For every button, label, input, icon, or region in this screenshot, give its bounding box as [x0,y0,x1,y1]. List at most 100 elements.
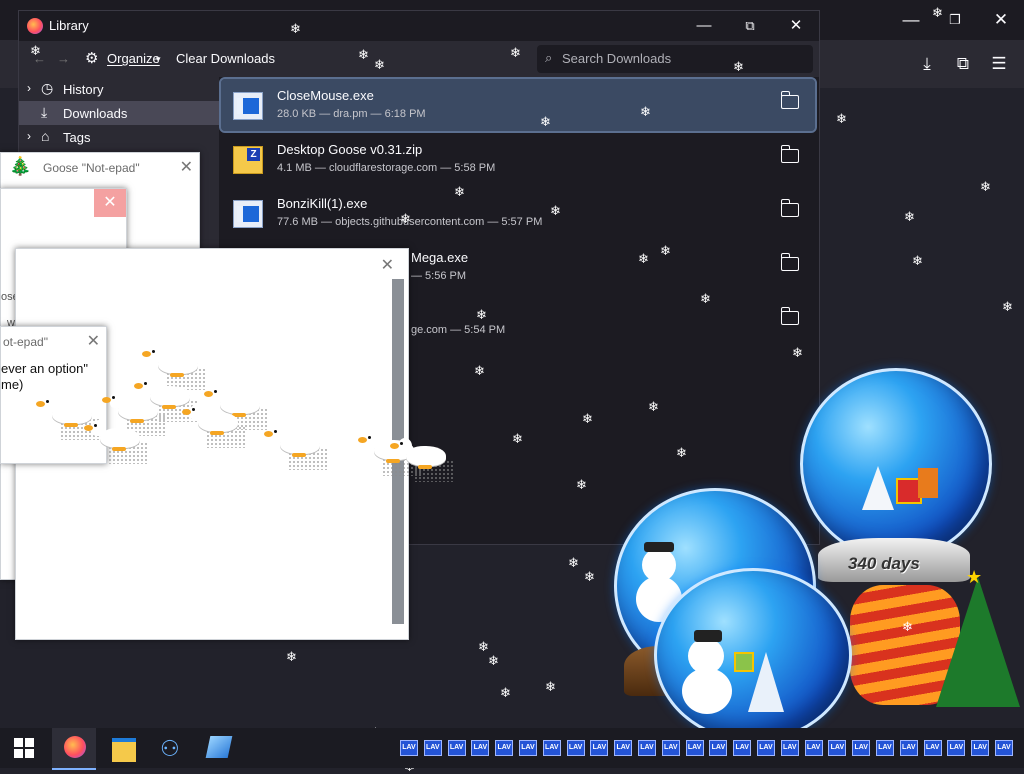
notepad-title: Goose "Not-epad" [43,161,140,175]
zip-file-icon [233,146,263,174]
goose-icon[interactable] [142,346,198,377]
snowy-tree-icon [748,652,784,712]
exe-file-icon [233,92,263,120]
lav-tray-icon[interactable]: LAV [852,740,871,756]
clear-downloads-button[interactable]: Clear Downloads [176,51,275,66]
goose-icon[interactable] [36,396,92,427]
open-folder-icon[interactable] [780,145,799,163]
lav-tray-icon[interactable]: LAV [447,740,466,756]
snowflake-icon: ❄ [476,307,487,322]
lav-tray-icon[interactable]: LAV [971,740,990,756]
lav-tray-icon[interactable]: LAV [661,740,680,756]
lav-tray-icon[interactable]: LAV [423,740,442,756]
goose-icon[interactable] [84,420,140,451]
lav-tray-icon[interactable]: LAV [804,740,823,756]
taskbar: ⚇ LAV LAV LAV LAV LAV LAV LAV LAV LAV LAV LAV LAV LA… [0,728,1024,770]
snowflake-icon: ❄ [540,114,551,129]
open-folder-icon[interactable] [780,199,799,217]
lav-tray-icon[interactable]: LAV [899,740,918,756]
exe-file-icon [233,200,263,228]
lav-tray-icon[interactable]: LAV [923,740,942,756]
notepad-tree-icon: 🎄 [9,156,32,176]
lav-tray-icon[interactable]: LAV [638,740,656,756]
snowflake-icon: ❄ [912,253,923,268]
snowflake-icon: ❄ [904,209,915,224]
open-folder-icon[interactable] [780,307,799,325]
chevron-right-icon: › [27,129,31,143]
chevron-down-icon: ▾ [156,54,161,64]
snowflake-icon: ❄ [733,59,744,74]
close-icon[interactable]: ✕ [381,255,394,275]
tag-icon: ⌂ [41,128,50,144]
downloads-icon[interactable]: ⤓ [912,49,942,79]
snowflake-icon: ❄ [638,251,649,266]
menu-icon[interactable]: ☰ [984,49,1014,79]
restore-icon[interactable]: ❐ [940,5,970,35]
firefox-icon [64,736,86,758]
close-button[interactable]: ✕ [773,11,819,41]
snowflake-icon: ❄ [660,243,671,258]
snowflake-icon: ❄ [932,5,943,20]
open-folder-icon[interactable] [780,91,799,109]
app-icon[interactable] [205,736,233,758]
lav-tray-icon[interactable]: LAV [876,740,894,756]
gear-icon[interactable]: ⚙ [85,49,98,67]
library-title: Library [49,18,89,33]
lav-tray-icon[interactable]: LAV [590,740,609,756]
lav-tray-icon[interactable]: LAV [709,740,728,756]
snow-globe-widget[interactable]: 340 days [800,368,1000,588]
christmas-decoration: ★ [840,565,1024,725]
goose-icon[interactable] [264,426,320,457]
search-icon: ⌕ [545,50,553,65]
lav-tray-icon[interactable]: LAV [995,740,1013,756]
lav-tray-icon[interactable]: LAV [519,740,537,756]
lav-tray-icon[interactable]: LAV [685,740,704,756]
organize-button[interactable]: Organize [107,51,160,66]
close-icon[interactable]: ✕ [986,5,1016,35]
lav-tray-icon[interactable]: LAV [757,740,775,756]
close-icon[interactable]: ✕ [180,157,193,177]
sidebar-item-tags[interactable]: › ⌂ Tags [19,125,219,149]
goose-icon[interactable] [390,438,446,469]
lav-tray-icon[interactable]: LAV [947,740,966,756]
snowflake-icon: ❄ [400,211,411,226]
snowflake-icon: ❄ [358,47,369,62]
file-explorer-icon[interactable] [112,738,136,762]
snowflake-icon: ❄ [792,345,803,360]
lav-tray-icon[interactable]: LAV [471,740,490,756]
lav-tray-icon[interactable]: LAV [828,740,847,756]
goose-icon[interactable] [134,378,190,409]
search-downloads-field[interactable]: ⌕ Search Downloads [537,45,813,73]
extensions-icon[interactable]: ⧉ [948,49,978,79]
open-folder-icon[interactable] [780,253,799,271]
people-icon[interactable]: ⚇ [160,736,186,761]
minimize-icon[interactable]: — [896,5,926,35]
firefox-icon [27,18,43,34]
sidebar-item-downloads[interactable]: ⤓ Downloads [19,101,219,125]
close-icon[interactable]: ✕ [87,331,100,351]
lav-tray-icon[interactable]: LAV [400,740,418,756]
snowflake-icon: ❄ [545,679,556,694]
firefox-taskbar-button[interactable] [52,728,96,770]
download-item[interactable]: Desktop Goose v0.31.zip 4.1 MB — cloudfl… [221,133,815,185]
minimize-button[interactable]: — [681,11,727,41]
goose-icon[interactable] [182,404,238,435]
lav-tray-icon[interactable]: LAV [566,740,585,756]
lav-tray-icon[interactable]: LAV [495,740,514,756]
gift-icon [918,468,938,498]
close-button[interactable]: ✕ [94,189,126,217]
forward-icon[interactable]: → [57,51,70,66]
start-button[interactable] [14,738,34,758]
download-item[interactable]: CloseMouse.exe 28.0 KB — dra.pm — 6:18 P… [219,77,817,133]
sidebar-item-history[interactable]: › ◷ History [19,77,219,101]
lav-tray-icon[interactable]: LAV [733,740,752,756]
snowflake-icon: ❄ [290,21,301,36]
lav-tray-icon[interactable]: LAV [780,740,799,756]
download-item[interactable]: BonziKill(1).exe 77.6 MB — objects.githu… [221,187,815,239]
lav-tray-icon[interactable]: LAV [614,740,633,756]
lav-tray-icon[interactable]: LAV [542,740,561,756]
snowflake-icon: ❄ [454,184,465,199]
snowflake-icon: ❄ [474,363,485,378]
maximize-button[interactable]: ⧉ [727,11,773,41]
snowflake-icon: ❄ [478,639,489,654]
